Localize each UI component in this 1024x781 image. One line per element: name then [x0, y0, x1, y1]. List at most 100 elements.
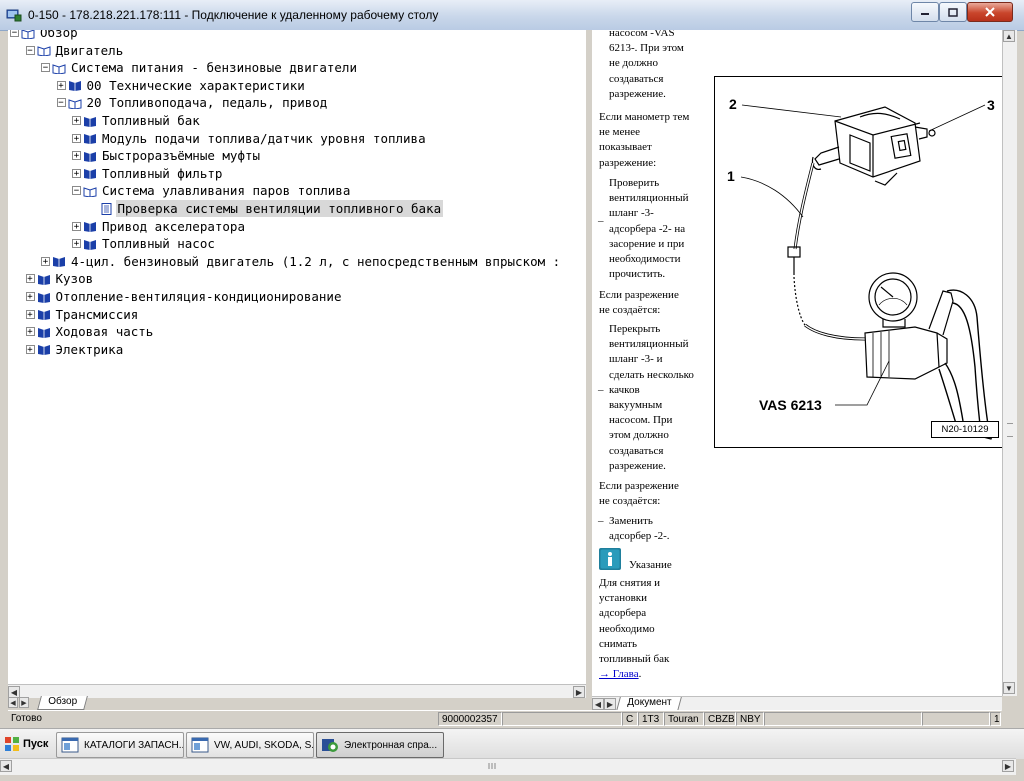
tree-item[interactable]: − Система питания - бензиновые двигатели [41, 59, 359, 76]
tree-item-label: 4-цил. бензиновый двигатель (1.2 л, с не… [71, 253, 561, 269]
collapse-toggle-icon[interactable]: − [56, 98, 66, 108]
doc-line: Заменить [609, 515, 653, 527]
tree-item[interactable]: + Топливный фильтр [72, 165, 224, 182]
scroll-right-arrow-icon[interactable]: ▶ [573, 686, 585, 698]
doc-line: адсорбер -2-. [609, 530, 670, 543]
tree-item[interactable]: + Модуль подачи топлива/датчик уровня топ… [72, 130, 428, 147]
scroll-grip-icon[interactable] [1007, 423, 1013, 437]
tree-item-label: Система питания - бензиновые двигатели [71, 60, 357, 76]
tree-item[interactable]: + Трансмиссия [25, 306, 141, 323]
tree-item[interactable]: + Ходовая часть [25, 323, 156, 340]
open-book-icon [52, 63, 66, 74]
tab-next-arrow-icon[interactable]: ▶ [604, 698, 616, 710]
book-icon [84, 169, 96, 180]
window-app-icon [61, 737, 79, 753]
tree-item[interactable]: + Быстроразъёмные муфты [72, 147, 262, 164]
taskbar-item-electronic-manual[interactable]: Электронная спра... [316, 732, 444, 758]
status-c: C [622, 712, 638, 726]
scroll-right-arrow-icon[interactable]: ▶ [1002, 760, 1014, 772]
expand-toggle-icon[interactable]: + [25, 344, 35, 354]
tree-item-label: Отопление-вентиляция-кондиционирование [55, 289, 342, 304]
expand-toggle-icon[interactable]: + [72, 221, 81, 231]
expand-toggle-icon[interactable]: + [25, 309, 35, 319]
collapse-toggle-icon[interactable]: − [10, 30, 19, 38]
doc-line: топливный бак [599, 653, 670, 666]
taskbar-item-catalogs[interactable]: КАТАЛОГИ ЗАПАСН... [56, 732, 184, 758]
expand-toggle-icon[interactable]: + [56, 80, 66, 90]
tab-next-arrow-icon[interactable]: ▶ [19, 697, 29, 708]
tree-item[interactable]: + Привод акселератора [72, 218, 247, 235]
remote-desktop-icon [6, 9, 22, 22]
taskbar-item-vw[interactable]: VW, AUDI, SKODA, S... [186, 732, 314, 758]
tree-item[interactable]: − Двигатель [25, 42, 126, 59]
tree-item[interactable]: + Топливный насос [72, 235, 217, 252]
tab-document[interactable]: Документ [616, 697, 683, 711]
doc-line: разрежение: [599, 156, 657, 169]
tree-item[interactable]: − Система улавливания паров топлива [72, 182, 352, 199]
maximize-icon [948, 7, 958, 17]
start-button[interactable]: Пуск [4, 732, 50, 756]
doc-note: Для снятия и установки адсорбера необходимо… [599, 576, 711, 667]
expand-toggle-icon[interactable]: + [25, 292, 35, 302]
tree-item-label: Быстроразъёмные муфты [102, 148, 261, 164]
tree-item[interactable]: + Топливный бак [72, 112, 202, 129]
expand-toggle-icon[interactable]: + [41, 256, 50, 266]
open-book-icon [21, 30, 35, 39]
tab-prev-arrow-icon[interactable]: ◀ [8, 697, 18, 708]
tree-item[interactable]: − Обзор [10, 30, 80, 41]
status-text: Готово [11, 713, 42, 724]
collapse-toggle-icon[interactable]: − [72, 186, 81, 196]
illustration: 2 3 1 VAS 6213 N20-10129 [714, 76, 1002, 448]
tree-pane[interactable]: − Обзор − Двигатель − Система питания - бензи… [8, 30, 587, 684]
expand-toggle-icon[interactable]: + [72, 168, 81, 178]
expand-toggle-icon[interactable]: + [72, 133, 81, 143]
maximize-button[interactable] [939, 2, 967, 22]
document-pane[interactable]: насосом -VAS 6213-. При этом не должно созд… [592, 30, 1002, 696]
tree-horizontal-scrollbar[interactable]: ◀ ▶ [8, 684, 586, 699]
minimize-icon [921, 13, 929, 15]
document-icon [101, 202, 111, 215]
doc-line: установки [599, 592, 648, 605]
expand-toggle-icon[interactable]: + [72, 239, 81, 249]
tree-item[interactable]: +4-цил. бензиновый двигатель (1.2 л, с н… [41, 253, 562, 270]
expand-toggle-icon[interactable]: + [72, 151, 81, 161]
book-icon [84, 222, 96, 233]
minimize-button[interactable] [911, 2, 939, 22]
tab-overview[interactable]: Обзор [37, 696, 88, 710]
book-icon [84, 116, 96, 127]
close-button[interactable] [967, 2, 1013, 22]
collapse-toggle-icon[interactable]: − [25, 45, 35, 55]
expand-toggle-icon[interactable]: + [25, 327, 35, 337]
doc-line: адсорбера [599, 607, 647, 620]
navigation-tree[interactable]: − Обзор − Двигатель − Система питания - бензи… [8, 30, 586, 684]
doc-condition: Если манометр тем не менее показывает разре… [599, 110, 711, 171]
scroll-down-arrow-icon[interactable]: ▼ [1003, 682, 1015, 694]
scroll-left-arrow-icon[interactable]: ◀ [0, 760, 12, 772]
status-empty [502, 712, 622, 726]
expand-toggle-icon[interactable]: + [72, 116, 81, 126]
taskbar: Пуск КАТАЛОГИ ЗАПАСН... VW, AUDI, SKODA,… [0, 728, 1024, 759]
tree-item[interactable]: + Электрика [25, 341, 126, 358]
tree-item[interactable]: Проверка системы вентиляции топливного б… [88, 200, 444, 217]
tree-item-label: Трансмиссия [55, 306, 139, 322]
book-icon [37, 345, 50, 356]
doc-line: вентиляционный [609, 338, 689, 351]
tree-item[interactable]: +00 Технические характеристики [56, 77, 307, 94]
status-page: 1 [990, 712, 1001, 726]
collapse-toggle-icon[interactable]: − [41, 63, 50, 73]
chapter-link[interactable]: → Глава [599, 668, 639, 680]
window-horizontal-scrollbar[interactable]: ◀ ▶ [0, 758, 1016, 775]
book-icon [37, 274, 50, 285]
tree-item-label: Привод акселератора [102, 218, 245, 234]
expand-toggle-icon[interactable]: + [25, 274, 35, 284]
tree-item[interactable]: − 20 Топливоподача, педаль, привод [56, 94, 330, 111]
tree-tab-strip: ◀ ▶ Обзор [8, 696, 586, 710]
windows-logo-icon [5, 737, 19, 751]
callout-1: 1 [727, 168, 735, 184]
tree-item[interactable]: + Кузов [25, 270, 96, 287]
scroll-grip-icon[interactable] [484, 761, 500, 771]
document-vertical-scrollbar[interactable]: ▲ ▼ [1002, 30, 1017, 696]
tab-prev-arrow-icon[interactable]: ◀ [592, 698, 604, 710]
tree-item[interactable]: + Отопление-вентиляция-кондиционирование [25, 288, 344, 305]
scroll-up-arrow-icon[interactable]: ▲ [1003, 30, 1015, 42]
